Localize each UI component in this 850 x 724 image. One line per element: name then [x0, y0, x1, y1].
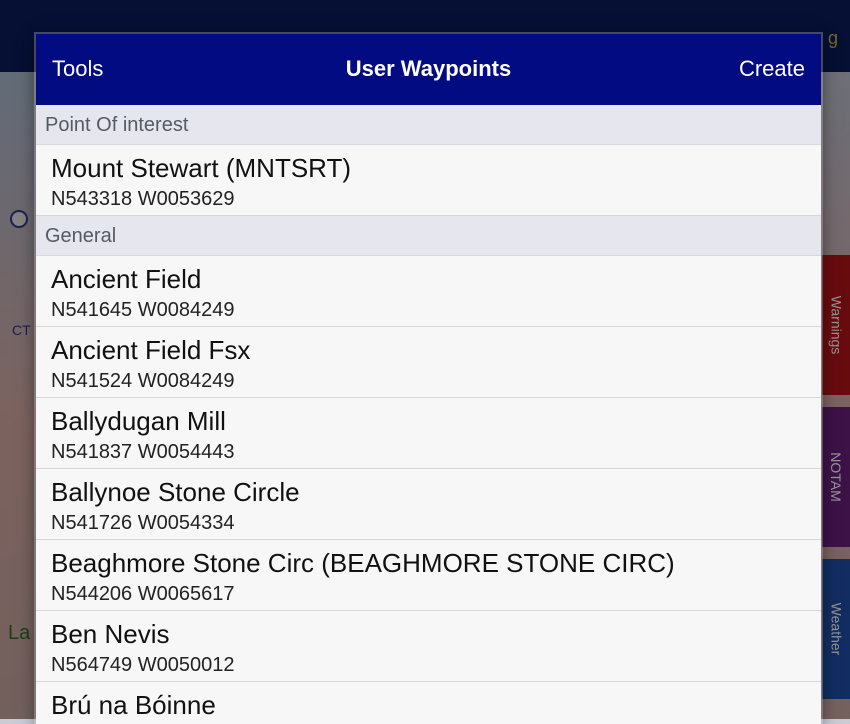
waypoint-row[interactable]: Ballydugan Mill N541837 W0054443 — [36, 398, 821, 469]
waypoint-coordinates: N543318 W0053629 — [51, 188, 235, 210]
waypoint-row[interactable]: Mount Stewart (MNTSRT) N543318 W0053629 — [36, 145, 821, 216]
waypoint-coordinates: N564749 W0050012 — [51, 654, 235, 676]
waypoint-name: Mount Stewart (MNTSRT) — [51, 153, 352, 183]
waypoint-name: Ballydugan Mill — [51, 406, 226, 436]
navigation-bar: Tools User Waypoints Create — [36, 34, 821, 105]
waypoint-name: Brú na Bóinne — [51, 690, 216, 720]
waypoint-row[interactable]: Brú na Bóinne — [36, 682, 821, 724]
waypoint-name: Ben Nevis — [51, 619, 170, 649]
create-button[interactable]: Create — [739, 56, 805, 82]
waypoint-row[interactable]: Ballynoe Stone Circle N541726 W0054334 — [36, 469, 821, 540]
waypoint-coordinates: N541837 W0054443 — [51, 441, 235, 463]
waypoint-coordinates: N541524 W0084249 — [51, 370, 235, 392]
waypoint-list[interactable]: Point Of interest Mount Stewart (MNTSRT) N… — [36, 105, 821, 724]
user-waypoints-dialog: Tools User Waypoints Create Point Of int… — [36, 34, 821, 724]
waypoint-coordinates: N544206 W0065617 — [51, 583, 235, 605]
section-header: General — [36, 216, 821, 256]
waypoint-row[interactable]: Ancient Field N541645 W0084249 — [36, 256, 821, 327]
section-header: Point Of interest — [36, 105, 821, 145]
waypoint-row[interactable]: Beaghmore Stone Circ (BEAGHMORE STONE CI… — [36, 540, 821, 611]
waypoint-name: Beaghmore Stone Circ (BEAGHMORE STONE CI… — [51, 548, 675, 578]
waypoint-row[interactable]: Ancient Field Fsx N541524 W0084249 — [36, 327, 821, 398]
waypoint-row[interactable]: Ben Nevis N564749 W0050012 — [36, 611, 821, 682]
page-title: User Waypoints — [345, 56, 512, 81]
waypoint-coordinates: N541726 W0054334 — [51, 512, 235, 534]
waypoint-coordinates: N541645 W0084249 — [51, 299, 235, 321]
waypoint-name: Ancient Field — [51, 264, 202, 294]
waypoint-name: Ballynoe Stone Circle — [51, 477, 300, 507]
waypoint-name: Ancient Field Fsx — [51, 335, 251, 365]
